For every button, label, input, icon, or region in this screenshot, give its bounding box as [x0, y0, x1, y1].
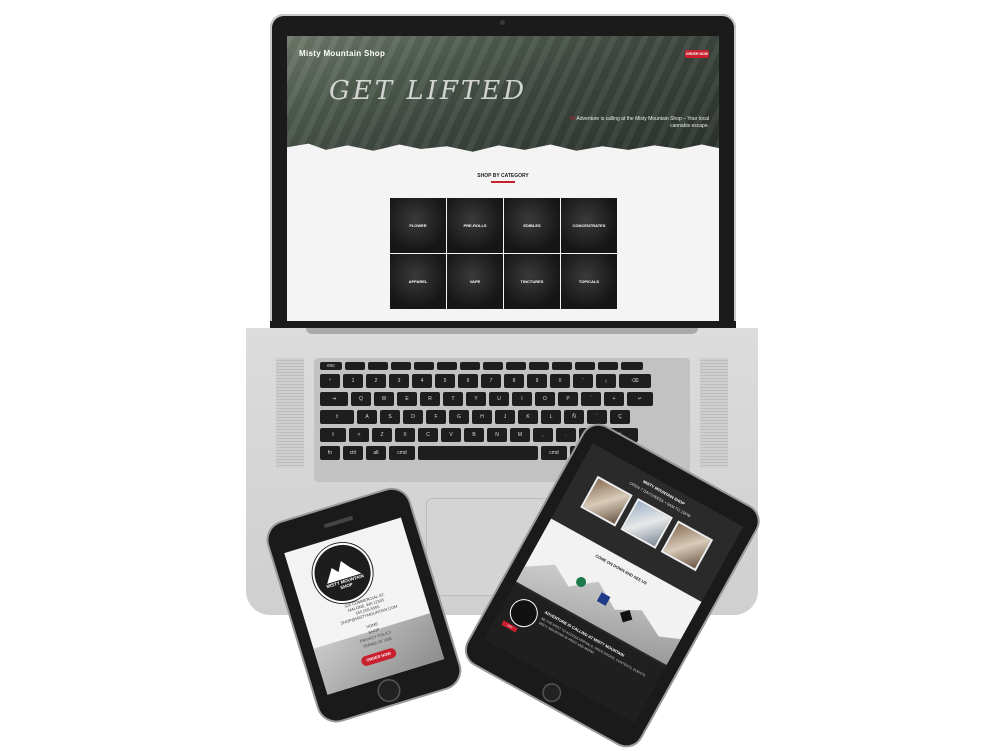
- category-tile-tinctures[interactable]: TINCTURES: [504, 254, 560, 309]
- hero-tagline: >> Adventure is calling at the Misty Mou…: [559, 116, 709, 130]
- keyboard-key[interactable]: ↵: [627, 392, 653, 406]
- keyboard-key[interactable]: [460, 362, 480, 370]
- home-button-icon[interactable]: [540, 681, 563, 704]
- phone-speaker: [323, 515, 354, 529]
- keyboard-key[interactable]: 4: [412, 374, 432, 388]
- keyboard-key[interactable]: º: [320, 374, 340, 388]
- keyboard-key[interactable]: 1: [343, 374, 363, 388]
- section-underline: [491, 181, 515, 183]
- phone-device: MISTY MOUNTAIN SHOP 325 COMMERCIAL ST. M…: [262, 483, 464, 731]
- tagline-text: Adventure is calling at the Misty Mounta…: [576, 116, 709, 129]
- keyboard-key[interactable]: cmd: [389, 446, 415, 460]
- keyboard-key[interactable]: A: [357, 410, 377, 424]
- keyboard-key[interactable]: V: [441, 428, 461, 442]
- keyboard-key[interactable]: +: [604, 392, 624, 406]
- category-tile-flower[interactable]: FLOWER: [390, 198, 446, 253]
- laptop-screen: Misty Mountain Shop ORDER NOW GET LIFTED…: [287, 36, 719, 321]
- tablet-device: MISTY MOUNTAIN SHOP OPEN 7 DAYS/WEEK • 9…: [461, 420, 790, 751]
- left-speaker-grille: [276, 358, 304, 468]
- order-now-button[interactable]: ORDER NOW: [685, 50, 709, 58]
- phone-screen: MISTY MOUNTAIN SHOP 325 COMMERCIAL ST. M…: [284, 517, 445, 695]
- keyboard-key[interactable]: [368, 362, 388, 370]
- keyboard-key[interactable]: W: [374, 392, 394, 406]
- keyboard-key[interactable]: ⇧: [320, 428, 346, 442]
- keyboard-key[interactable]: ctrl: [343, 446, 363, 460]
- keyboard-key[interactable]: [391, 362, 411, 370]
- keyboard-key[interactable]: fn: [320, 446, 340, 460]
- category-tile-topicals[interactable]: TOPICALS: [561, 254, 617, 309]
- keyboard-key[interactable]: E: [397, 392, 417, 406]
- keyboard-key[interactable]: [437, 362, 457, 370]
- keyboard-key[interactable]: 7: [481, 374, 501, 388]
- keyboard-key[interactable]: [483, 362, 503, 370]
- keyboard-key[interactable]: ': [573, 374, 593, 388]
- hero-banner: Misty Mountain Shop ORDER NOW GET LIFTED…: [287, 36, 719, 154]
- category-tile-pre-rolls[interactable]: PRE-ROLLS: [447, 198, 503, 253]
- keyboard-key[interactable]: G: [449, 410, 469, 424]
- keyboard-key[interactable]: R: [420, 392, 440, 406]
- keyboard-row: ⇥ Q W E R T Y U I O P ` + ↵: [320, 392, 653, 406]
- category-tile-vape[interactable]: VAPE: [447, 254, 503, 309]
- keyboard-key[interactable]: S: [380, 410, 400, 424]
- keyboard-key[interactable]: ¡: [596, 374, 616, 388]
- keyboard-key[interactable]: alt: [366, 446, 386, 460]
- keyboard-key[interactable]: ⇪: [320, 410, 354, 424]
- shop-by-category-title: SHOP BY CATEGORY: [477, 173, 529, 179]
- keyboard-key[interactable]: H: [472, 410, 492, 424]
- keyboard-key[interactable]: C: [418, 428, 438, 442]
- keyboard-key[interactable]: I: [512, 392, 532, 406]
- keyboard-key[interactable]: [598, 362, 618, 370]
- keyboard-key[interactable]: O: [535, 392, 555, 406]
- category-tile-concentrates[interactable]: CONCENTRATES: [561, 198, 617, 253]
- tablet-body: MISTY MOUNTAIN SHOP OPEN 7 DAYS/WEEK • 9…: [461, 420, 764, 751]
- keyboard-key[interactable]: [414, 362, 434, 370]
- keyboard-key[interactable]: F: [426, 410, 446, 424]
- keyboard-key[interactable]: [575, 362, 595, 370]
- category-tile-apparel[interactable]: APPAREL: [390, 254, 446, 309]
- keyboard-key[interactable]: Z: [372, 428, 392, 442]
- keyboard-key[interactable]: 5: [435, 374, 455, 388]
- keyboard-key[interactable]: X: [395, 428, 415, 442]
- keyboard-key[interactable]: T: [443, 392, 463, 406]
- keyboard-key[interactable]: Q: [351, 392, 371, 406]
- keyboard-key[interactable]: Y: [466, 392, 486, 406]
- keyboard-key[interactable]: D: [403, 410, 423, 424]
- tagline-arrow-icon: >>: [569, 116, 576, 122]
- keyboard-key[interactable]: ⇥: [320, 392, 348, 406]
- home-button-icon[interactable]: [376, 678, 402, 704]
- keyboard-key[interactable]: esc: [320, 362, 342, 370]
- hero-title: GET LIFTED: [329, 76, 528, 106]
- tablet-screen: MISTY MOUNTAIN SHOP OPEN 7 DAYS/WEEK • 9…: [484, 443, 744, 723]
- site-name[interactable]: Misty Mountain Shop: [299, 49, 385, 58]
- keyboard-row: º 1 2 3 4 5 6 7 8 9 0 ' ¡ ⌫: [320, 374, 651, 388]
- store-photo[interactable]: [660, 520, 714, 572]
- keyboard-key[interactable]: [345, 362, 365, 370]
- keyboard-key[interactable]: [506, 362, 526, 370]
- webcam-icon: [500, 20, 505, 25]
- keyboard-key[interactable]: 8: [504, 374, 524, 388]
- category-tile-edibles[interactable]: EDIBLES: [504, 198, 560, 253]
- category-grid: FLOWER PRE-ROLLS EDIBLES CONCENTRATES AP…: [390, 198, 618, 321]
- phone-body: MISTY MOUNTAIN SHOP 325 COMMERCIAL ST. M…: [264, 485, 464, 725]
- keyboard-key[interactable]: ⌫: [619, 374, 651, 388]
- keyboard-key[interactable]: 2: [366, 374, 386, 388]
- keyboard-key[interactable]: U: [489, 392, 509, 406]
- keyboard-key[interactable]: 9: [527, 374, 547, 388]
- keyboard-key[interactable]: `: [581, 392, 601, 406]
- keyboard-key[interactable]: <: [349, 428, 369, 442]
- keyboard-key[interactable]: 3: [389, 374, 409, 388]
- keyboard-key[interactable]: P: [558, 392, 578, 406]
- laptop-lid: Misty Mountain Shop ORDER NOW GET LIFTED…: [270, 14, 736, 332]
- keyboard-key[interactable]: [552, 362, 572, 370]
- keyboard-key[interactable]: [529, 362, 549, 370]
- laptop-hinge: [306, 328, 698, 334]
- keyboard-key[interactable]: [621, 362, 643, 370]
- keyboard-key[interactable]: 0: [550, 374, 570, 388]
- keyboard-key[interactable]: B: [464, 428, 484, 442]
- keyboard-key[interactable]: 6: [458, 374, 478, 388]
